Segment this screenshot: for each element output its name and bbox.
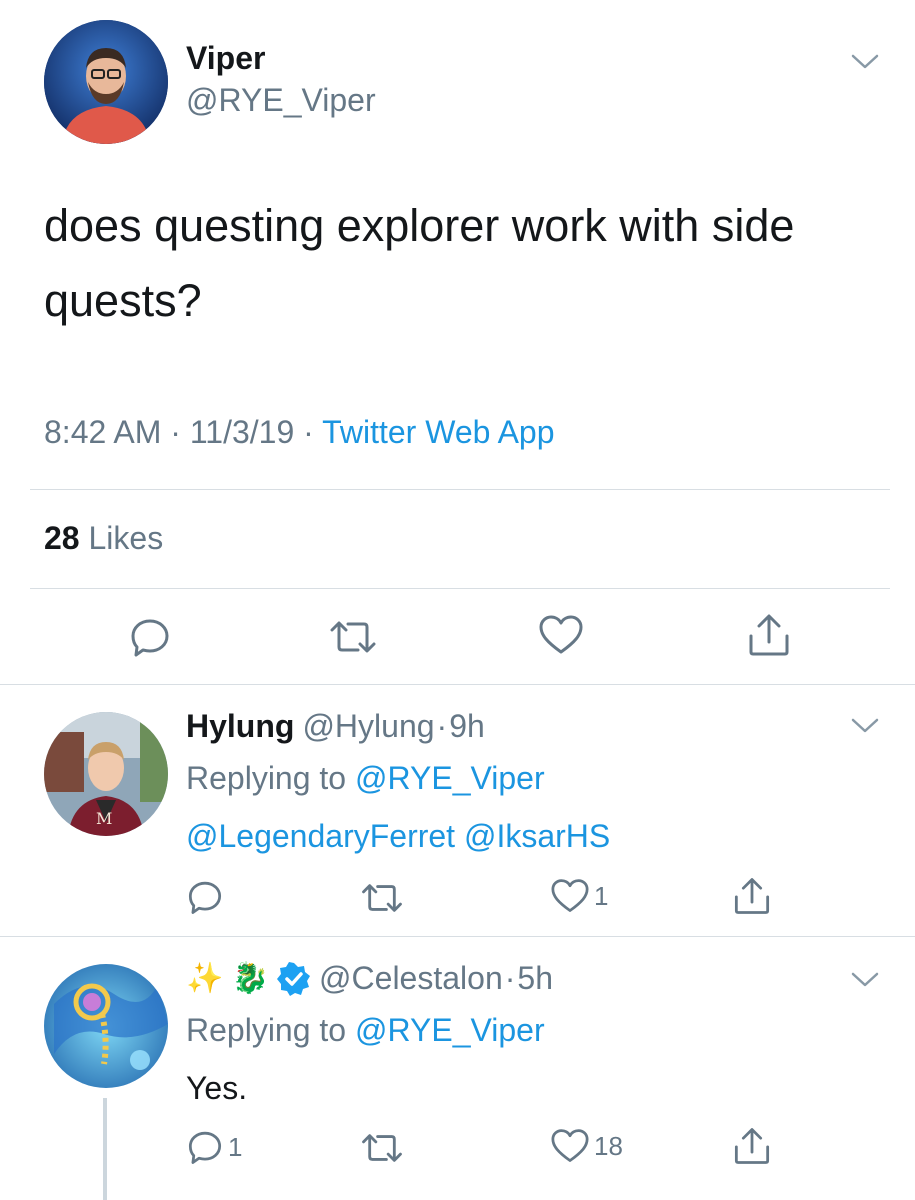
author-handle[interactable]: @RYE_Viper [186,82,376,119]
likes-summary[interactable]: 28 Likes [44,520,163,557]
like-count: 1 [594,880,609,911]
share-button[interactable] [732,876,772,916]
reply-count: 1 [228,1131,243,1162]
svg-text:M: M [96,809,112,828]
reply-author-name[interactable]: Hylung [186,708,294,745]
author-avatar[interactable] [44,20,168,144]
reply-icon [188,881,222,914]
retweet-icon [330,621,376,653]
meta-separator: · [436,708,448,744]
chevron-down-icon[interactable] [850,716,880,736]
reply-author-name[interactable]: ✨ 🐉 [186,961,269,996]
replying-to-link[interactable]: @RYE_Viper [355,760,545,796]
tweet-text: does questing explorer work with side qu… [44,200,795,326]
replying-to-label: Replying to [186,760,347,796]
replying-to-line: Replying to @RYE_Viper [186,1012,545,1049]
tweet-time: 8:42 AM [44,414,162,450]
likes-count: 28 [44,520,80,556]
meta-separator: · [170,414,190,450]
share-icon [734,878,770,914]
divider [30,489,890,490]
reply-button[interactable] [186,878,228,916]
likes-label: Likes [88,520,164,556]
tweet-metadata: 8:42 AM · 11/3/19 · Twitter Web App [44,414,555,451]
reply-avatar[interactable] [44,964,168,1088]
verified-badge-icon [277,961,311,996]
reply-button[interactable] [128,615,172,659]
reply-author-handle[interactable]: @Celestalon [319,960,503,997]
chevron-down-icon[interactable] [850,52,880,72]
replying-to-link[interactable]: @RYE_Viper [355,1012,545,1048]
divider [0,684,915,685]
thread-line [103,1098,107,1200]
reply-icon [188,1131,222,1164]
like-icon [539,615,583,654]
replying-to-label: Replying to [186,1012,347,1048]
reply-age: 5h [517,960,553,996]
divider [0,936,915,937]
meta-separator: · [303,414,323,450]
retweet-button[interactable] [328,617,378,657]
tweet-source-link[interactable]: Twitter Web App [322,414,554,450]
share-button[interactable] [732,1126,772,1166]
like-button[interactable] [538,614,584,656]
chevron-down-icon[interactable] [850,970,880,990]
reply-text: Yes. [186,1070,248,1106]
like-icon [551,1129,589,1162]
like-button[interactable]: 18 [550,1128,623,1164]
reply-icon [131,619,169,657]
reply-age: 9h [449,708,485,744]
retweet-button[interactable] [360,880,408,916]
reply-avatar[interactable]: M [44,712,168,836]
meta-separator: · [504,960,516,996]
share-button[interactable] [746,612,792,658]
divider [30,588,890,589]
reply-author-handle[interactable]: @Hylung [302,708,434,745]
retweet-button[interactable] [360,1130,408,1166]
reply-header: ✨ 🐉 @Celestalon · 5h [186,960,553,997]
like-icon [551,879,589,912]
retweet-icon [362,1134,402,1162]
reply-header: Hylung @Hylung · 9h [186,708,485,745]
author-name[interactable]: Viper [186,40,265,77]
retweet-icon [362,884,402,912]
reply-button[interactable]: 1 [186,1128,242,1166]
replying-to-line: Replying to @RYE_Viper [186,760,545,797]
like-button[interactable]: 1 [550,878,608,914]
reply-text[interactable]: @LegendaryFerret @IksarHS [186,818,610,855]
share-icon [734,1128,770,1164]
like-count: 18 [594,1130,623,1161]
tweet-date: 11/3/19 [189,414,295,450]
share-icon [749,614,789,656]
